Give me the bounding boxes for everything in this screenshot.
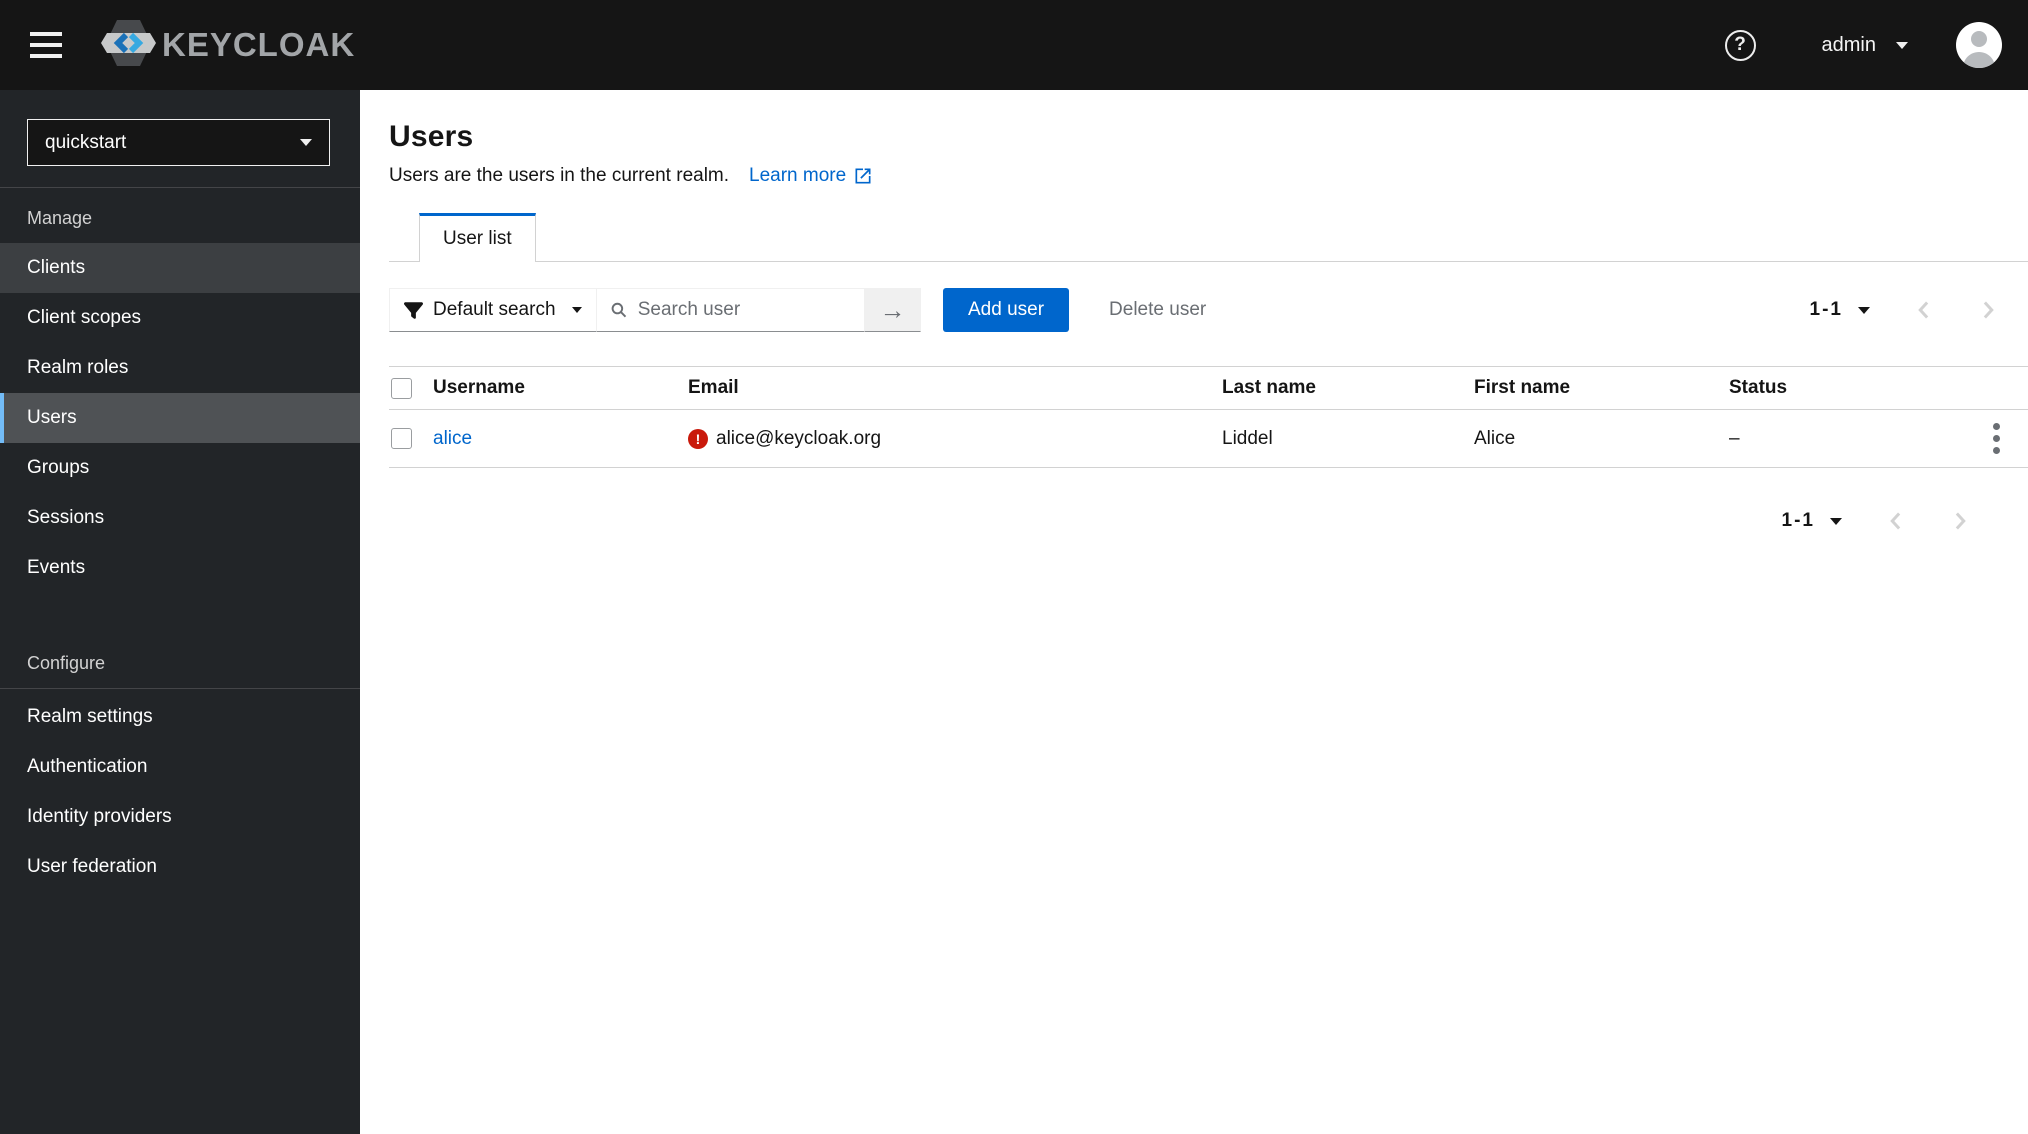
pagination-range: 1-1 [1781,510,1815,531]
kebab-menu-icon[interactable] [1987,417,2006,460]
keycloak-admin-console: KEYCLOAK ? admin quickstart Manage Clien… [0,0,2028,1134]
sidebar: quickstart Manage Clients Client scopes … [0,90,360,1134]
username-cell: alice [433,428,688,450]
sidebar-item-authentication[interactable]: Authentication [0,742,360,792]
exclamation-circle-icon: ! [688,428,708,449]
brand-wordmark: KEYCLOAK [162,26,356,63]
masthead: KEYCLOAK ? admin [0,0,2028,90]
search-input-wrap [597,288,865,332]
delete-user-button[interactable]: Delete user [1109,299,1206,321]
keycloak-logo-icon [98,18,156,73]
column-header-first-name: First name [1474,377,1571,398]
sidebar-item-users[interactable]: Users [0,393,360,443]
search-type-label: Default search [433,299,556,320]
subtitle-text: Users are the users in the current realm… [389,165,730,186]
main-content: Users Users are the users in the current… [360,90,2028,1134]
search-submit-button[interactable]: → [865,288,921,332]
current-username: admin [1821,33,1876,56]
user-menu[interactable]: admin [1822,34,1908,57]
next-page-button[interactable] [1950,511,1970,531]
keycloak-logo[interactable]: KEYCLOAK [98,18,355,73]
users-table: Username Email Last name First name Stat… [389,366,2028,468]
search-input[interactable] [637,299,851,321]
configure-nav-list: Realm settings Authentication Identity p… [0,689,360,892]
chevron-right-icon [1955,512,1966,530]
pagination-options-caret-icon[interactable] [1858,306,1870,314]
arrow-right-icon: → [879,294,906,325]
pagination-bottom: 1-1 [389,510,2028,532]
page-subtitle: Users are the users in the current realm… [389,165,2028,187]
table-row: alice ! alice@keycloak.org Liddel Alice … [389,410,2028,468]
nav-section-title: Manage [27,208,93,228]
previous-page-button[interactable] [1886,511,1906,531]
table-header-row: Username Email Last name First name Stat… [389,366,2028,410]
page-header: Users Users are the users in the current… [389,90,2028,187]
sidebar-item-events[interactable]: Events [0,543,360,593]
next-page-button[interactable] [1978,300,1998,320]
learn-more-link[interactable]: Learn more [749,165,873,187]
masthead-left: KEYCLOAK [26,18,355,73]
sidebar-item-realm-settings[interactable]: Realm settings [0,692,360,742]
email-text: alice@keycloak.org [716,427,882,449]
pagination-top: 1-1 [1810,299,1998,321]
sidebar-item-realm-roles[interactable]: Realm roles [0,343,360,393]
person-icon [1963,31,1995,68]
row-actions-cell [1965,417,2028,460]
search-group: Default search → [389,288,921,332]
realm-name: quickstart [45,131,127,153]
user-link[interactable]: alice [433,428,472,450]
first-name-cell: Alice [1474,427,1516,449]
toolbar: Default search → Add user Delete user 1-… [389,288,2028,332]
chevron-left-icon [1918,301,1929,319]
chevron-down-icon [572,307,582,313]
help-icon[interactable]: ? [1724,29,1756,61]
masthead-right: ? admin [1724,22,2002,68]
previous-page-button[interactable] [1914,300,1934,320]
sidebar-item-groups[interactable]: Groups [0,443,360,493]
chevron-down-icon [300,139,312,146]
nav-toggle-hamburger-icon[interactable] [30,32,62,58]
pagination-options-caret-icon[interactable] [1830,517,1842,525]
avatar[interactable] [1956,22,2002,68]
sidebar-item-identity-providers[interactable]: Identity providers [0,792,360,842]
tab-user-list[interactable]: User list [419,213,536,262]
row-checkbox-cell [389,428,433,449]
external-link-icon [855,168,871,184]
chevron-right-icon [1983,301,1994,319]
page-title: Users [389,120,474,153]
add-user-button[interactable]: Add user [943,288,1070,332]
chevron-left-icon [1890,512,1901,530]
sidebar-item-client-scopes[interactable]: Client scopes [0,293,360,343]
manage-nav-list: Clients Client scopes Realm roles Users … [0,243,360,593]
nav-section-configure: Configure Realm settings Authentication … [0,633,360,892]
column-header-status: Status [1729,377,1788,398]
column-header-last-name: Last name [1222,377,1316,398]
column-header-email: Email [688,377,739,398]
nav-section-title: Configure [0,633,360,689]
realm-selector[interactable]: quickstart [27,119,330,166]
select-all-checkbox[interactable] [391,377,412,399]
sidebar-item-clients[interactable]: Clients [0,243,360,293]
search-icon [611,302,627,318]
status-cell: – [1729,427,1740,449]
search-type-dropdown[interactable]: Default search [389,288,597,332]
filter-icon [404,301,423,319]
row-checkbox[interactable] [391,428,412,449]
last-name-cell: Liddel [1222,427,1273,449]
chevron-down-icon [1896,41,1908,49]
sidebar-item-user-federation[interactable]: User federation [0,842,360,892]
column-header-username: Username [433,377,525,398]
header-checkbox-cell [389,377,433,399]
sidebar-item-sessions[interactable]: Sessions [0,493,360,543]
pagination-range: 1-1 [1809,299,1843,320]
email-cell: ! alice@keycloak.org [688,428,1222,450]
realm-selector-section: quickstart [0,90,360,188]
tab-bar: User list [389,213,2028,262]
nav-section-manage: Manage Clients Client scopes Realm roles… [0,188,360,593]
